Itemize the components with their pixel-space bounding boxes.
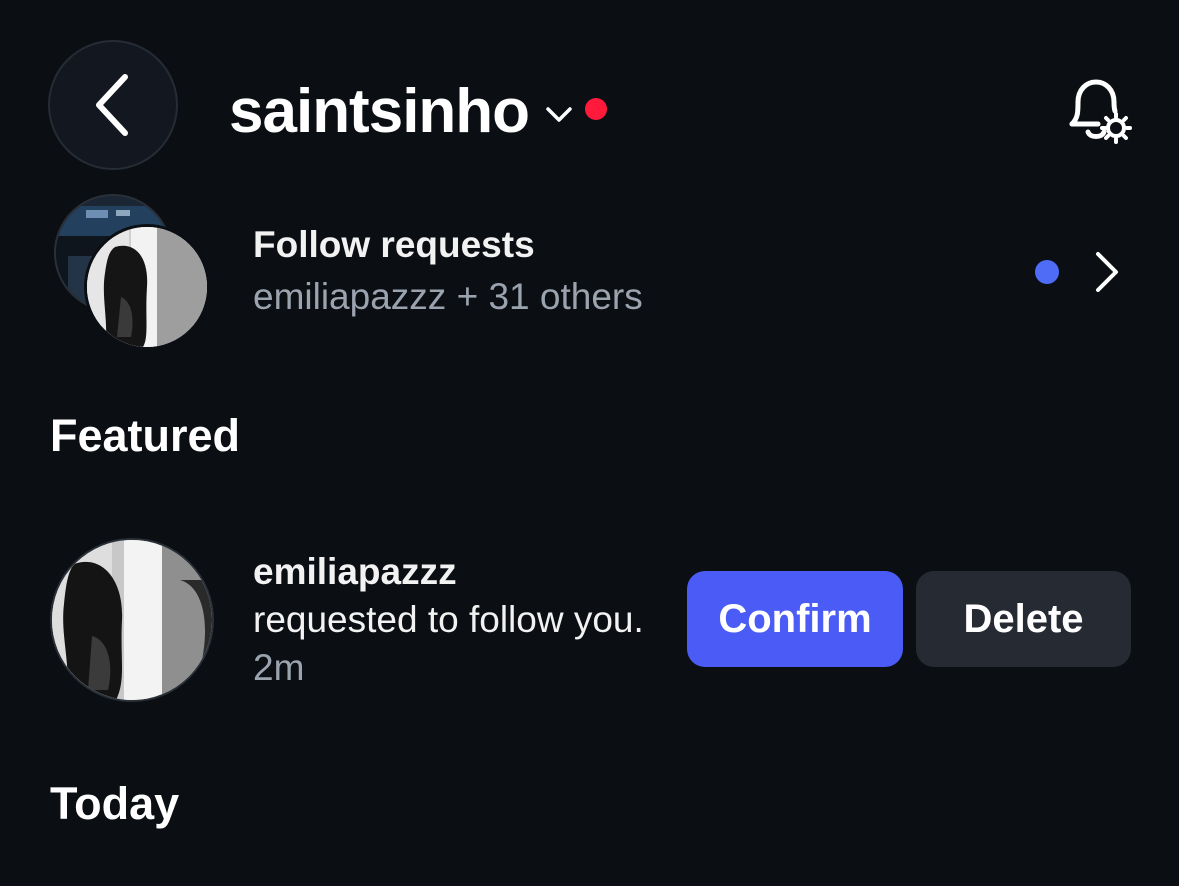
request-time: 2m [253, 647, 305, 688]
avatar [84, 224, 210, 350]
follow-requests-title: Follow requests [253, 224, 535, 265]
follow-requests-row[interactable]: Follow requests emiliapazzz + 31 others [0, 190, 1179, 360]
section-heading-today: Today [50, 778, 180, 829]
request-text: emiliapazzz requested to follow you. 2m [253, 548, 673, 692]
account-switcher[interactable]: saintsinho [229, 72, 608, 152]
notification-dot [585, 98, 608, 120]
request-username[interactable]: emiliapazzz [253, 548, 673, 596]
follow-requests-subtitle: emiliapazzz + 31 others [253, 276, 643, 317]
confirm-button[interactable]: Confirm [687, 571, 903, 667]
bell-gear-icon [1069, 79, 1132, 144]
activity-screen: saintsinho Follow requests emiliapazzz +… [0, 0, 1179, 886]
delete-button[interactable]: Delete [916, 571, 1131, 667]
chevron-down-icon [545, 106, 573, 124]
notification-settings-button[interactable] [1058, 72, 1134, 148]
page-title: saintsinho [229, 77, 530, 146]
avatar[interactable] [50, 538, 214, 702]
back-button[interactable] [48, 40, 178, 170]
section-heading-featured: Featured [50, 410, 241, 461]
chevron-right-icon [1092, 250, 1122, 299]
request-message: requested to follow you. [253, 599, 644, 640]
chevron-left-icon [96, 74, 128, 136]
unread-dot [1035, 260, 1059, 284]
